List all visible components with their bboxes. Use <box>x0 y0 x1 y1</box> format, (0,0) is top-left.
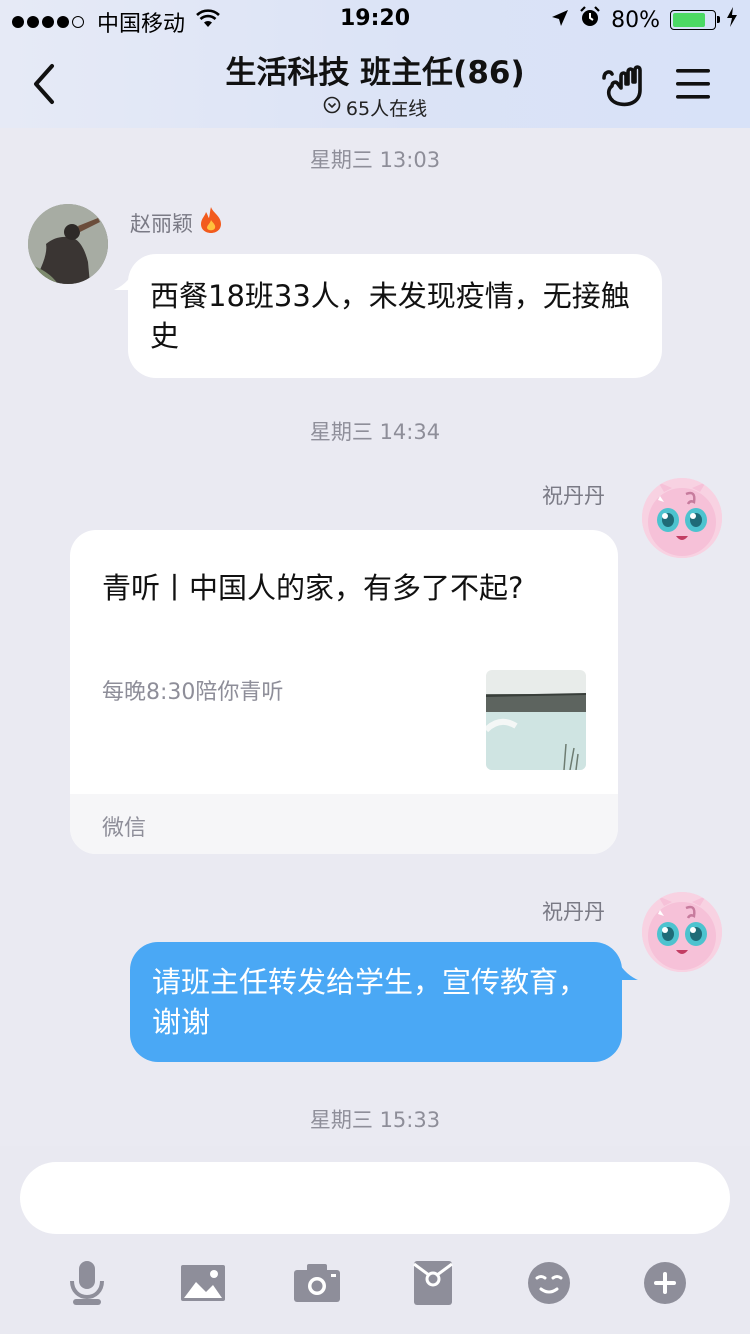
hand-gesture-icon <box>602 65 642 107</box>
chevron-down-circle-icon <box>323 96 341 119</box>
emoji-button[interactable] <box>524 1258 574 1308</box>
status-right: 80% <box>541 6 738 34</box>
back-button[interactable] <box>28 62 68 106</box>
input-area <box>0 1146 750 1334</box>
card-thumbnail <box>486 670 586 770</box>
jigglypuff-avatar <box>642 892 722 972</box>
interaction-button[interactable] <box>600 62 648 108</box>
camera-icon <box>294 1264 340 1302</box>
online-status: 65人在线 <box>120 94 630 121</box>
jigglypuff-avatar <box>642 478 722 558</box>
charging-icon <box>726 7 738 33</box>
shared-article-card[interactable]: 青听丨中国人的家，有多了不起? 每晚8:30陪你青听 微信 <box>70 530 618 854</box>
emoji-icon <box>528 1262 570 1304</box>
avatar[interactable] <box>642 478 722 558</box>
online-count: 65人在线 <box>345 98 428 120</box>
menu-button[interactable] <box>674 66 712 102</box>
card-description: 每晚8:30陪你青听 <box>102 680 284 705</box>
image-button[interactable] <box>178 1258 228 1308</box>
sender-name: 赵丽颖 <box>130 206 223 239</box>
battery-percent: 80% <box>611 7 660 33</box>
timestamp: 星期三 13:03 <box>309 148 441 172</box>
message-text: 请班主任转发给学生，宣传教育，谢谢 <box>152 965 588 1039</box>
person-photo <box>28 204 108 284</box>
camera-button[interactable] <box>292 1258 342 1308</box>
image-icon <box>181 1265 225 1301</box>
input-toolbar <box>0 1258 750 1314</box>
voice-button[interactable] <box>62 1258 112 1308</box>
card-source: 微信 <box>102 816 147 841</box>
sender-name: 祝丹丹 <box>542 484 605 508</box>
chat-header: 中国移动 19:20 80% 生活科技 班主任(86) 65人在线 <box>0 0 750 128</box>
microphone-icon <box>70 1261 104 1305</box>
hamburger-icon <box>676 69 710 99</box>
battery-fill <box>673 13 705 27</box>
message-bubble[interactable]: 西餐18班33人，未发现疫情，无接触史 <box>128 254 662 378</box>
message-bubble-outgoing[interactable]: 请班主任转发给学生，宣传教育，谢谢 <box>130 942 622 1062</box>
title-area[interactable]: 生活科技 班主任(86) 65人在线 <box>120 54 630 121</box>
avatar[interactable] <box>28 204 108 284</box>
avatar[interactable] <box>642 892 722 972</box>
location-arrow-icon <box>551 8 569 33</box>
battery-icon <box>670 10 720 30</box>
message-input[interactable] <box>20 1162 730 1234</box>
message-text: 西餐18班33人，未发现疫情，无接触史 <box>150 279 630 353</box>
red-packet-icon <box>413 1261 453 1305</box>
sender-name-text: 赵丽颖 <box>130 211 193 236</box>
timestamp: 星期三 15:33 <box>309 1108 441 1132</box>
card-footer: 微信 <box>70 794 618 854</box>
sender-name: 祝丹丹 <box>542 900 605 924</box>
group-title: 生活科技 班主任(86) <box>225 55 525 91</box>
red-packet-button[interactable] <box>408 1258 458 1308</box>
alarm-icon <box>579 6 601 34</box>
timestamp: 星期三 14:34 <box>309 420 441 444</box>
chevron-left-icon <box>34 64 54 104</box>
more-button[interactable] <box>640 1258 690 1308</box>
card-title: 青听丨中国人的家，有多了不起? <box>102 571 524 605</box>
plus-icon <box>644 1262 686 1304</box>
status-bar: 中国移动 19:20 80% <box>0 0 750 40</box>
fire-icon <box>199 206 223 239</box>
